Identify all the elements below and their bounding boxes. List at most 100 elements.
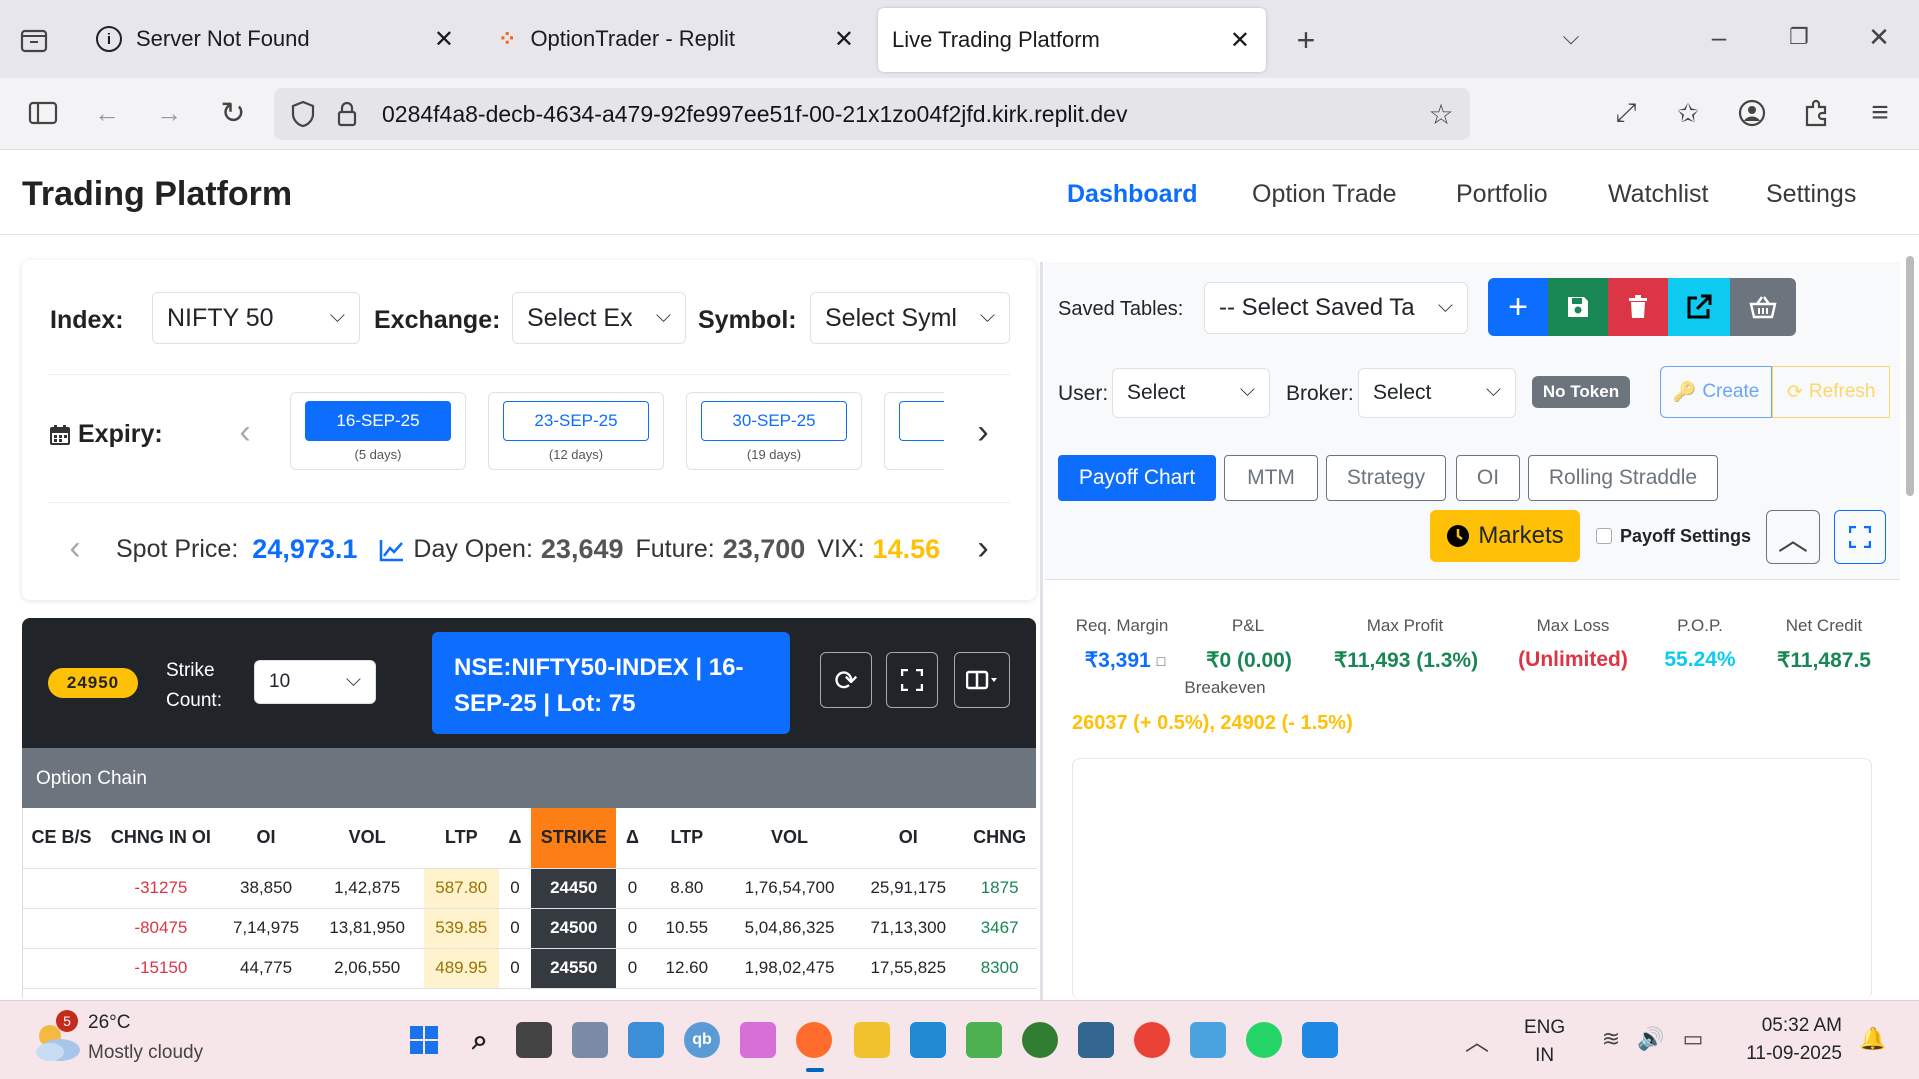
puzzle-extension-icon[interactable] <box>1800 98 1832 128</box>
page-scrollbar-thumb[interactable] <box>1906 256 1914 496</box>
fullscreen-icon[interactable] <box>886 652 938 708</box>
notification-bell-icon[interactable]: 🔔 <box>1858 1024 1888 1054</box>
nav-dashboard[interactable]: Dashboard <box>1067 180 1198 209</box>
columns-toggle-icon[interactable] <box>954 652 1010 708</box>
expiry-button[interactable]: 07 <box>899 401 944 441</box>
markets-button[interactable]: Markets <box>1430 510 1580 562</box>
photos-icon[interactable] <box>628 1022 664 1058</box>
create-token-button[interactable]: 🔑 Create <box>1660 366 1772 418</box>
account-icon[interactable] <box>1736 98 1768 128</box>
postgresql-icon[interactable] <box>1078 1022 1114 1058</box>
close-window-icon[interactable]: ✕ <box>1864 22 1894 52</box>
language-indicator[interactable]: ENG IN <box>1524 1014 1565 1070</box>
tab-live-trading-platform[interactable]: Live Trading Platform ✕ <box>878 8 1266 72</box>
payoff-settings-label[interactable]: Payoff Settings <box>1620 526 1751 547</box>
shield-icon[interactable] <box>288 99 318 129</box>
ltp-cell[interactable]: 587.80 <box>423 868 499 909</box>
volume-icon[interactable]: 🔊 <box>1636 1024 1666 1054</box>
ltp-cell[interactable]: 8.80 <box>648 868 725 909</box>
file-explorer-icon[interactable] <box>854 1022 890 1058</box>
ce-bs-cell[interactable] <box>23 948 101 989</box>
globe-app-icon[interactable] <box>1022 1022 1058 1058</box>
broker-select[interactable]: Select ⌵ <box>1358 368 1516 418</box>
ltp-cell[interactable]: 12.60 <box>648 948 725 989</box>
wifi-icon[interactable]: ≋ <box>1596 1024 1626 1054</box>
reload-icon[interactable]: ↻ <box>216 97 250 130</box>
tab-mtm[interactable]: MTM <box>1224 455 1318 501</box>
fullscreen-expand-icon[interactable]: ⤢ <box>1610 97 1642 128</box>
expiry-button[interactable]: 30-SEP-25 <box>701 401 847 441</box>
tab-server-not-found[interactable]: i Server Not Found ✕ <box>78 0 470 78</box>
new-tab-icon[interactable]: + <box>1288 22 1324 58</box>
exchange-select[interactable]: Select Ex ⌵ <box>512 292 686 344</box>
ce-bs-cell[interactable] <box>23 908 101 949</box>
sidebar-toggle-icon[interactable] <box>26 98 60 128</box>
task-view-icon[interactable] <box>516 1022 552 1058</box>
tab-overview-icon[interactable] <box>18 24 50 56</box>
weather-widget[interactable]: 5 <box>30 1010 84 1066</box>
whatsapp-icon[interactable] <box>1246 1022 1282 1058</box>
battery-icon[interactable]: ▭ <box>1678 1024 1708 1054</box>
ticker-next-chevron-icon[interactable]: › <box>968 529 998 567</box>
close-tab-icon[interactable]: ✕ <box>834 25 854 54</box>
nav-option-trade[interactable]: Option Trade <box>1252 180 1397 209</box>
refresh-chain-icon[interactable]: ⟳ <box>820 652 872 708</box>
expiry-button-active[interactable]: 16-SEP-25 <box>305 401 451 441</box>
calculator-icon[interactable] <box>572 1022 608 1058</box>
table-row[interactable]: -15150 44,775 2,06,550 489.95 0 24550 0 … <box>23 948 1037 989</box>
nav-settings[interactable]: Settings <box>1766 180 1856 209</box>
tray-chevron-up-icon[interactable]: ︿ <box>1462 1024 1492 1056</box>
tab-oi[interactable]: OI <box>1456 455 1520 501</box>
index-select[interactable]: NIFTY 50 ⌵ <box>152 292 360 344</box>
ltp-cell[interactable]: 539.85 <box>423 908 499 949</box>
back-icon[interactable]: ← <box>90 98 124 128</box>
clock[interactable]: 05:32 AM 11-09-2025 <box>1730 1012 1842 1068</box>
table-row[interactable]: -31275 38,850 1,42,875 587.80 0 24450 0 … <box>23 868 1037 909</box>
ltp-cell[interactable]: 10.55 <box>648 908 725 949</box>
expiry-button[interactable]: 23-SEP-25 <box>503 401 649 441</box>
chrome-icon[interactable] <box>1134 1022 1170 1058</box>
close-tab-icon[interactable]: ✕ <box>434 25 454 54</box>
save-table-button[interactable] <box>1548 278 1608 336</box>
address-bar[interactable]: 0284f4a8-decb-4634-a479-92fe997ee51f-00-… <box>274 88 1470 140</box>
settings-app-icon[interactable] <box>1190 1022 1226 1058</box>
nav-portfolio[interactable]: Portfolio <box>1456 180 1548 209</box>
close-tab-icon[interactable]: ✕ <box>1230 26 1250 55</box>
saved-tables-select[interactable]: -- Select Saved Ta ⌵ <box>1204 282 1468 334</box>
tab-list-chevron-icon[interactable]: ⌵ <box>1556 22 1586 52</box>
basket-button[interactable] <box>1730 278 1796 336</box>
start-icon[interactable] <box>406 1022 442 1058</box>
menu-hamburger-icon[interactable]: ≡ <box>1864 96 1896 129</box>
tab-rolling-straddle[interactable]: Rolling Straddle <box>1528 455 1718 501</box>
expiry-next-chevron-icon[interactable]: › <box>968 413 998 451</box>
refresh-token-button[interactable]: ⟳ Refresh <box>1772 366 1890 418</box>
panel-resizer[interactable] <box>1040 262 1043 1000</box>
info-square-icon[interactable]: □ <box>1157 653 1165 669</box>
ticker-prev-chevron-icon[interactable]: ‹ <box>60 529 90 567</box>
expiry-prev-chevron-icon[interactable]: ‹ <box>230 413 260 451</box>
restore-icon[interactable]: ❐ <box>1784 22 1814 52</box>
export-table-button[interactable] <box>1668 278 1730 336</box>
snipping-tool-icon[interactable] <box>740 1022 776 1058</box>
lock-icon[interactable] <box>334 99 360 129</box>
paint-app-icon[interactable] <box>1302 1022 1338 1058</box>
extensions-star-icon[interactable]: ✩ <box>1672 98 1704 128</box>
minimize-icon[interactable]: – <box>1704 22 1734 52</box>
tab-optiontrader-replit[interactable]: ⁘ OptionTrader - Replit ✕ <box>478 0 870 78</box>
forward-icon[interactable]: → <box>152 98 186 128</box>
fullscreen-payoff-icon[interactable] <box>1834 510 1886 564</box>
tab-strategy[interactable]: Strategy <box>1326 455 1446 501</box>
qbittorrent-icon[interactable]: qb <box>684 1022 720 1058</box>
symbol-select[interactable]: Select Syml ⌵ <box>810 292 1010 344</box>
ce-bs-cell[interactable] <box>23 868 101 909</box>
delete-table-button[interactable] <box>1608 278 1668 336</box>
vscode-icon[interactable] <box>910 1022 946 1058</box>
bookmark-star-icon[interactable]: ☆ <box>1426 99 1456 130</box>
table-row[interactable]: -80475 7,14,975 13,81,950 539.85 0 24500… <box>23 908 1037 949</box>
add-table-button[interactable]: + <box>1488 278 1548 336</box>
search-icon[interactable]: ⌕ <box>462 1022 498 1058</box>
nav-watchlist[interactable]: Watchlist <box>1608 180 1708 209</box>
strike-count-select[interactable]: 10 ⌵ <box>254 660 376 704</box>
firefox-icon[interactable] <box>796 1022 832 1058</box>
chart-app-icon[interactable] <box>966 1022 1002 1058</box>
